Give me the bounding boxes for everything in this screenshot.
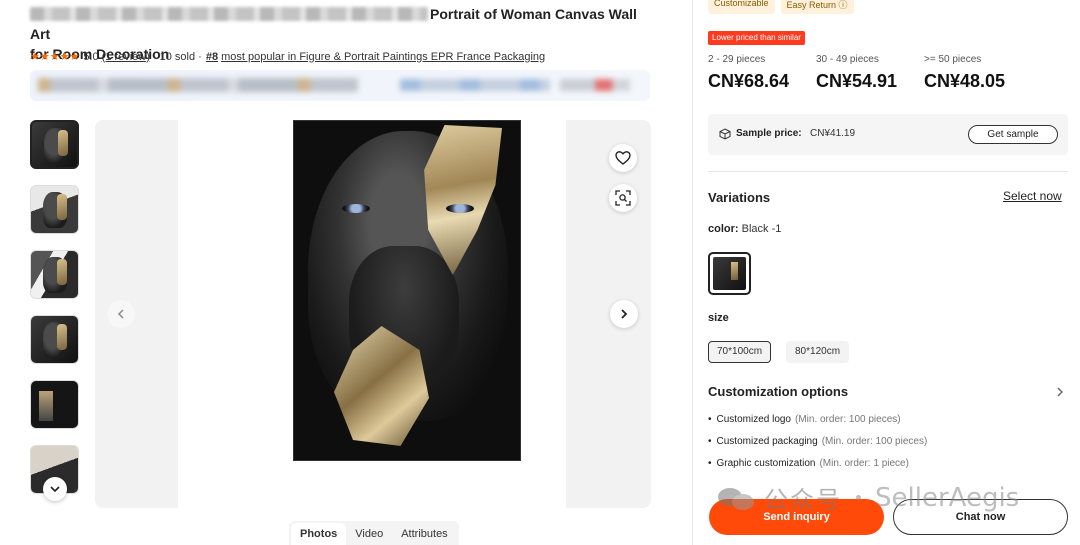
tier-price: CN¥54.91 (816, 71, 898, 91)
thumbnail-scroll-down-button[interactable] (43, 477, 67, 501)
list-item: Graphic customization(Min. order: 1 piec… (708, 456, 927, 478)
size-option-80x120[interactable]: 80*120cm (786, 341, 850, 363)
star-rating-icon: ★★★★★ (30, 51, 80, 63)
size-option-70x100[interactable]: 70*100cm (708, 341, 772, 363)
rank-link[interactable]: most popular in Figure & Portrait Painti… (221, 51, 545, 63)
size-label: size (708, 312, 729, 324)
chevron-right-icon[interactable] (1054, 386, 1066, 398)
list-item: Customized logo(Min. order: 100 pieces) (708, 412, 927, 434)
main-image-frame (178, 120, 566, 508)
supplier-bar[interactable] (30, 70, 650, 101)
favorite-button[interactable] (609, 144, 637, 172)
price-tier: 2 - 29 pieces CN¥68.64 (708, 54, 816, 92)
tier-price: CN¥48.05 (924, 71, 1006, 91)
price-tier: 30 - 49 pieces CN¥54.91 (816, 54, 924, 92)
list-item: Customized packaging(Min. order: 100 pie… (708, 434, 928, 456)
tier-quantity: 2 - 29 pieces (708, 54, 766, 65)
next-image-button[interactable] (610, 300, 638, 328)
price-tier: >= 50 pieces CN¥48.05 (924, 54, 1032, 92)
chevron-down-icon (50, 486, 60, 493)
main-image-gallery (95, 120, 651, 508)
chevron-left-icon (117, 309, 124, 319)
color-value: Black -1 (741, 223, 782, 235)
customization-title: Customization options (708, 384, 849, 399)
rating-row: ★★★★★ 5.0 (1 review) · 10 sold · #8 most… (30, 50, 545, 64)
section-divider (708, 171, 1068, 172)
chat-now-button[interactable]: Chat now (893, 499, 1068, 535)
box-icon (719, 128, 731, 140)
color-label: color: (708, 223, 739, 235)
tier-price: CN¥68.64 (708, 71, 790, 91)
image-search-button[interactable] (609, 184, 637, 212)
color-swatch-black-1[interactable] (708, 252, 751, 295)
sample-price-label: Sample price: (736, 128, 802, 139)
variations-title: Variations (708, 190, 771, 205)
price-tiers: 2 - 29 pieces CN¥68.64 30 - 49 pieces CN… (708, 54, 1032, 92)
rank-number[interactable]: #8 (206, 51, 218, 63)
color-line: color: Black -1 (708, 223, 781, 235)
easy-return-badge[interactable]: Easy Return ⓘ (780, 0, 854, 14)
badge-row: Customizable Easy Return ⓘ (708, 0, 854, 14)
column-divider (692, 0, 693, 545)
thumbnail-4[interactable] (30, 315, 79, 364)
send-inquiry-button[interactable]: Send inquiry (709, 499, 884, 535)
heart-icon (615, 151, 631, 165)
tab-video[interactable]: Video (346, 523, 392, 545)
media-tabs: Photos Video Attributes (289, 521, 459, 545)
previous-image-button[interactable] (107, 300, 135, 328)
tier-quantity: 30 - 49 pieces (816, 54, 879, 65)
customization-list: Customized logo(Min. order: 100 pieces) … (708, 412, 928, 478)
sample-price-box: Sample price: CN¥41.19 Get sample (708, 114, 1068, 155)
chevron-right-icon (621, 309, 628, 319)
thumbnail-list (30, 120, 80, 510)
blurred-supplier-flag (560, 79, 630, 91)
thumbnail-3[interactable] (30, 250, 79, 299)
rating-score: 5.0 (83, 50, 99, 63)
thumbnail-1[interactable] (30, 120, 79, 169)
select-now-link[interactable]: Select now (1003, 189, 1062, 203)
lower-price-tag: Lower priced than similar (708, 31, 805, 45)
product-image[interactable] (293, 120, 521, 461)
blurred-supplier-info (38, 78, 358, 92)
tab-attributes[interactable]: Attributes (392, 523, 456, 545)
tab-photos[interactable]: Photos (291, 523, 347, 545)
scan-icon (615, 190, 631, 206)
sample-price-value: CN¥41.19 (810, 128, 856, 139)
blurred-title-prefix (30, 7, 428, 21)
sold-count: · 10 sold · (152, 50, 202, 63)
get-sample-button[interactable]: Get sample (968, 125, 1058, 144)
reviews-link[interactable]: (1 review) (102, 51, 150, 63)
thumbnail-2[interactable] (30, 185, 79, 234)
customizable-badge: Customizable (708, 0, 775, 14)
thumbnail-5[interactable] (30, 380, 79, 429)
tier-quantity: >= 50 pieces (924, 54, 982, 65)
blurred-supplier-link (400, 79, 550, 91)
